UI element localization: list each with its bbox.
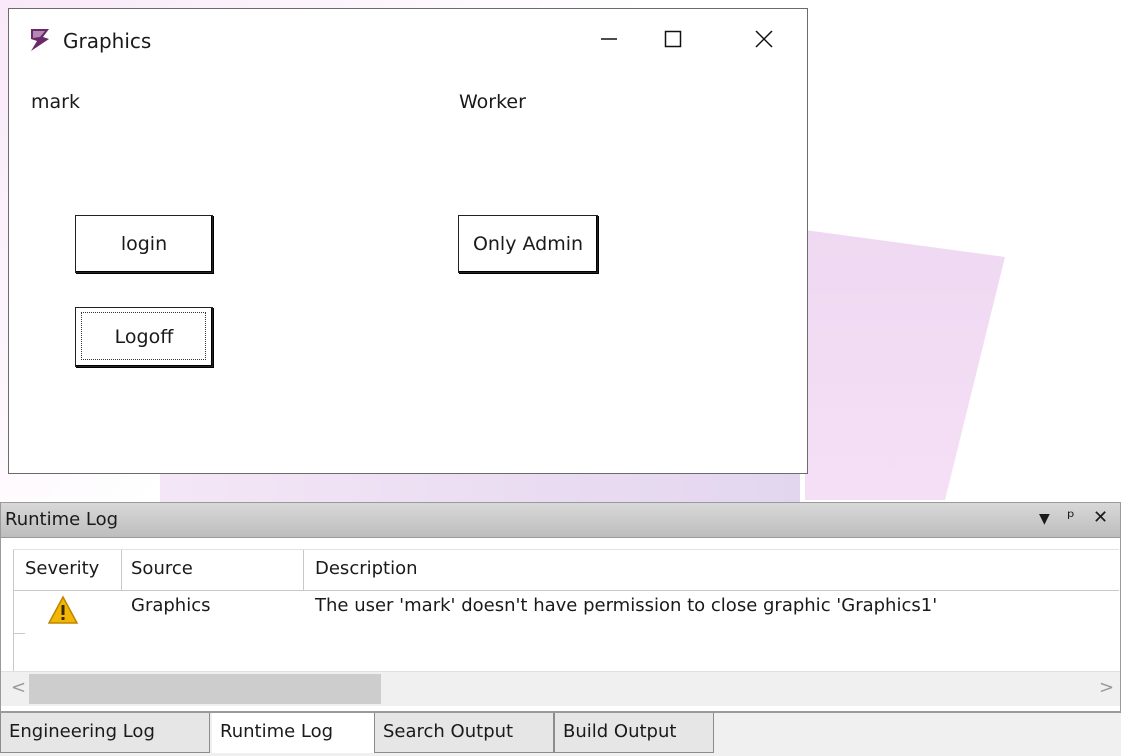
scroll-right-icon[interactable]: > bbox=[1099, 677, 1114, 698]
row-description: The user 'mark' doesn't have permission … bbox=[315, 595, 938, 616]
panel-close-icon[interactable]: ✕ bbox=[1093, 507, 1108, 528]
scroll-left-icon[interactable]: < bbox=[11, 677, 26, 698]
logoff-button[interactable]: Logoff bbox=[75, 307, 213, 367]
column-severity[interactable]: Severity bbox=[25, 558, 99, 579]
dropdown-arrow-icon[interactable]: ▼ bbox=[1039, 511, 1050, 527]
tab-build-output[interactable]: Build Output bbox=[554, 713, 714, 753]
scrollbar-thumb[interactable] bbox=[29, 674, 381, 704]
close-icon bbox=[755, 30, 773, 48]
horizontal-scrollbar[interactable]: < > bbox=[1, 671, 1120, 706]
column-divider[interactable] bbox=[303, 550, 304, 590]
panel-title: Runtime Log bbox=[5, 509, 119, 530]
row-indicator bbox=[13, 633, 25, 668]
grid-header: Severity Source Description bbox=[13, 549, 1119, 591]
graphics-window: Graphics mark Worker login Only Admin Lo… bbox=[8, 8, 808, 474]
tab-search-output[interactable]: Search Output bbox=[374, 713, 554, 753]
title-bar[interactable]: Graphics bbox=[9, 9, 807, 69]
app-icon bbox=[31, 29, 49, 51]
tab-runtime-log[interactable]: Runtime Log bbox=[212, 713, 374, 753]
background-strip bbox=[160, 474, 800, 504]
tab-engineering-log[interactable]: Engineering Log bbox=[0, 713, 210, 753]
maximize-button[interactable] bbox=[643, 19, 703, 59]
user-label: mark bbox=[31, 91, 80, 113]
minimize-button[interactable] bbox=[579, 19, 639, 59]
role-label: Worker bbox=[459, 91, 526, 113]
log-grid: Severity Source Description Graphics The… bbox=[13, 537, 1119, 673]
warning-icon bbox=[47, 595, 79, 624]
panel-header: Runtime Log ▼ ᵖ ✕ bbox=[1, 503, 1120, 538]
row-source: Graphics bbox=[131, 595, 211, 616]
login-button[interactable]: login bbox=[75, 215, 213, 273]
table-row[interactable]: Graphics The user 'mark' doesn't have pe… bbox=[13, 589, 1119, 629]
only-admin-button[interactable]: Only Admin bbox=[458, 215, 598, 273]
column-source[interactable]: Source bbox=[131, 558, 193, 579]
bottom-tab-bar: Engineering Log Runtime Log Search Outpu… bbox=[0, 712, 1121, 756]
column-divider[interactable] bbox=[121, 550, 122, 590]
focus-rectangle bbox=[81, 312, 206, 360]
window-title: Graphics bbox=[63, 29, 152, 53]
pin-icon[interactable]: ᵖ bbox=[1067, 507, 1075, 528]
close-button[interactable] bbox=[734, 19, 794, 59]
column-description[interactable]: Description bbox=[315, 558, 418, 579]
minimize-icon bbox=[601, 38, 617, 40]
runtime-log-panel: Runtime Log ▼ ᵖ ✕ Severity Source Descri… bbox=[0, 502, 1121, 712]
maximize-icon bbox=[664, 30, 682, 48]
